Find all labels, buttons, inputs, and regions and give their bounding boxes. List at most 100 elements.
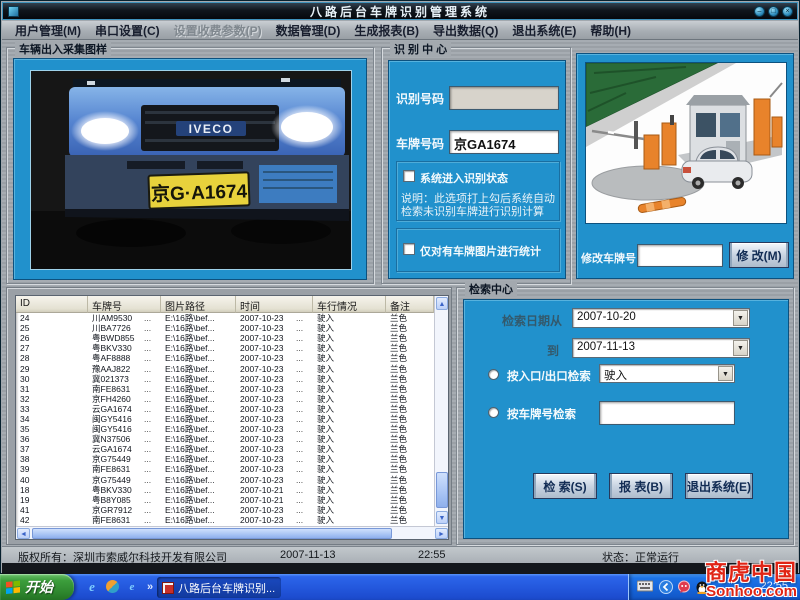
search-button[interactable]: 检 索(S) bbox=[533, 473, 597, 499]
stat-only-frame: 仅对有车牌图片进行统计 bbox=[396, 228, 560, 272]
table-cell: 2007-10-23 bbox=[236, 444, 292, 454]
table-cell: 40 bbox=[16, 475, 88, 485]
menu-bar: 用户管理(M)串口设置(C)设置收费参数(P)数据管理(D)生成报表(B)导出数… bbox=[2, 21, 798, 40]
table-cell: ... bbox=[140, 404, 161, 414]
column-header-2[interactable]: 图片路径 bbox=[161, 296, 236, 313]
search-by-gate-label: 按入口/出口检索 bbox=[507, 368, 591, 384]
search-panel: 检索日期从 2007-10-20 ▼ 到 2007-11-13 ▼ 按入口/出口… bbox=[463, 299, 789, 539]
scroll-up-button[interactable]: ▲ bbox=[436, 297, 448, 310]
table-cell: 26 bbox=[16, 333, 88, 343]
table-cell: ... bbox=[292, 464, 313, 474]
table-cell: ... bbox=[292, 404, 313, 414]
table-row[interactable]: 42南FE8631...E:\16路\bef...2007-10-23...驶入… bbox=[16, 515, 434, 525]
capture-group-title: 车辆出入采集图样 bbox=[15, 41, 111, 57]
exit-system-button[interactable]: 退出系统(E) bbox=[685, 473, 753, 499]
chevron-down-icon[interactable]: ▼ bbox=[733, 340, 748, 356]
keyboard-tray-icon[interactable] bbox=[637, 580, 653, 592]
table-cell: ... bbox=[292, 364, 313, 374]
menu-item-6[interactable]: 退出系统(E) bbox=[505, 22, 583, 39]
browser-quicklaunch-icon[interactable]: e bbox=[124, 579, 140, 595]
parking-gate-image bbox=[586, 63, 786, 223]
table-cell: 兰色 bbox=[386, 514, 434, 526]
stat-only-checkbox[interactable] bbox=[403, 243, 415, 255]
date-to-label: 到 bbox=[547, 342, 559, 359]
search-by-plate-label: 按车牌号检索 bbox=[507, 406, 576, 422]
menu-item-3[interactable]: 数据管理(D) bbox=[269, 22, 348, 39]
table-cell: ... bbox=[140, 515, 161, 525]
system-tray: 22:55 bbox=[628, 574, 800, 600]
messenger-quicklaunch-icon[interactable] bbox=[106, 580, 119, 593]
date-to-combo[interactable]: 2007-11-13 ▼ bbox=[572, 338, 750, 358]
menu-item-0[interactable]: 用户管理(M) bbox=[8, 22, 88, 39]
windows-logo-icon bbox=[6, 580, 21, 594]
quicklaunch-overflow-chevron[interactable]: » bbox=[142, 579, 158, 595]
column-header-5[interactable]: 备注 bbox=[386, 296, 434, 313]
plate-number-field[interactable]: 京GA1674 bbox=[449, 130, 559, 154]
table-cell: 35 bbox=[16, 424, 88, 434]
column-header-1[interactable]: 车牌号 bbox=[88, 296, 161, 313]
table-cell: 27 bbox=[16, 343, 88, 353]
task-button-active[interactable]: 八路后台车牌识别... bbox=[157, 577, 281, 598]
chevron-down-icon[interactable]: ▼ bbox=[718, 366, 733, 381]
table-cell: 42 bbox=[16, 515, 88, 525]
horizontal-scrollbar[interactable]: ◄ ► bbox=[16, 526, 449, 540]
task-button-label: 八路后台车牌识别... bbox=[178, 580, 275, 596]
column-header-0[interactable]: ID bbox=[16, 296, 88, 313]
ie-quicklaunch-icon[interactable]: e bbox=[84, 579, 100, 595]
table-cell: ... bbox=[292, 384, 313, 394]
table-cell: ... bbox=[140, 333, 161, 343]
menu-item-4[interactable]: 生成报表(B) bbox=[347, 22, 426, 39]
menu-item-7[interactable]: 帮助(H) bbox=[583, 22, 638, 39]
report-button[interactable]: 报 表(B) bbox=[609, 473, 673, 499]
truck-image: IVECO bbox=[31, 71, 351, 269]
records-panel: ID车牌号图片路径时间车行情况备注 24川AM9530...E:\16路\bef… bbox=[6, 287, 452, 545]
plate-query-field[interactable] bbox=[599, 401, 735, 425]
alert-tray-icon[interactable] bbox=[677, 580, 691, 594]
table-cell: ... bbox=[140, 495, 161, 505]
vertical-scroll-thumb[interactable] bbox=[436, 472, 448, 508]
gate-direction-combo[interactable]: 驶入 ▼ bbox=[599, 364, 735, 383]
table-cell: 33 bbox=[16, 404, 88, 414]
scroll-right-button[interactable]: ► bbox=[435, 528, 448, 539]
auto-recognition-checkbox[interactable] bbox=[403, 170, 415, 182]
start-button[interactable]: 开始 bbox=[0, 574, 74, 600]
modify-plate-field[interactable] bbox=[637, 244, 723, 267]
search-group-title: 检索中心 bbox=[465, 281, 517, 297]
date-from-combo[interactable]: 2007-10-20 ▼ bbox=[572, 308, 750, 328]
table-cell: ... bbox=[140, 364, 161, 374]
modify-button[interactable]: 修 改(M) bbox=[729, 242, 789, 268]
search-by-gate-radio[interactable] bbox=[488, 369, 499, 380]
menu-item-5[interactable]: 导出数据(Q) bbox=[426, 22, 505, 39]
search-by-plate-radio[interactable] bbox=[488, 407, 499, 418]
qq-penguin-tray-icon[interactable] bbox=[695, 580, 709, 594]
language-bar-tray-icon[interactable] bbox=[659, 580, 673, 594]
table-cell: 18 bbox=[16, 485, 88, 495]
chevron-down-icon[interactable]: ▼ bbox=[733, 310, 748, 326]
scroll-left-button[interactable]: ◄ bbox=[17, 528, 30, 539]
recognized-number-field[interactable] bbox=[449, 86, 559, 110]
column-header-3[interactable]: 时间 bbox=[236, 296, 313, 313]
menu-item-1[interactable]: 串口设置(C) bbox=[88, 22, 167, 39]
title-bar[interactable]: 八路后台车牌识别管理系统 – □ × bbox=[2, 2, 798, 20]
table-cell: 28 bbox=[16, 353, 88, 363]
table-cell: 2007-10-21 bbox=[236, 485, 292, 495]
table-cell: 2007-10-23 bbox=[236, 404, 292, 414]
table-cell: 39 bbox=[16, 464, 88, 474]
status-time: 22:55 bbox=[418, 549, 446, 561]
maximize-button[interactable]: □ bbox=[768, 6, 779, 17]
minimize-button[interactable]: – bbox=[754, 6, 765, 17]
table-cell: ... bbox=[292, 444, 313, 454]
scroll-down-button[interactable]: ▼ bbox=[436, 511, 448, 524]
stat-only-label: 仅对有车牌图片进行统计 bbox=[420, 243, 541, 259]
table-cell: 37 bbox=[16, 444, 88, 454]
vertical-scrollbar[interactable]: ▲ ▼ bbox=[434, 296, 449, 526]
table-cell: ... bbox=[292, 333, 313, 343]
table-cell: ... bbox=[140, 454, 161, 464]
column-header-4[interactable]: 车行情况 bbox=[313, 296, 386, 313]
gate-direction-value: 驶入 bbox=[604, 367, 716, 383]
vehicle-photo: IVECO bbox=[30, 70, 352, 270]
close-button[interactable]: × bbox=[782, 6, 793, 17]
table-body: 24川AM9530...E:\16路\bef...2007-10-23...驶入… bbox=[16, 313, 434, 525]
table-cell: ... bbox=[140, 414, 161, 424]
horizontal-scroll-thumb[interactable] bbox=[32, 528, 392, 539]
